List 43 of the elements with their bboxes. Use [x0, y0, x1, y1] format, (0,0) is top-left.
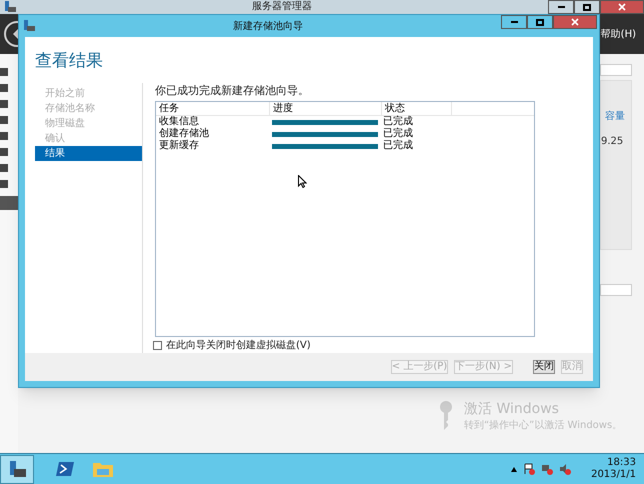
page-heading: 查看结果: [34, 50, 104, 73]
wizard-step[interactable]: 物理磁盘: [35, 116, 142, 131]
result-message: 你已成功完成新建存储池向导。: [155, 83, 310, 98]
close-icon: [571, 18, 579, 26]
server-icon: [4, 1, 16, 13]
wizard-button[interactable]: 关闭: [533, 360, 555, 374]
table-cell-text: 已完成: [382, 116, 413, 128]
maximize-button[interactable]: [574, 0, 600, 14]
column-header: 状态: [382, 102, 452, 115]
close-icon: [618, 3, 626, 11]
table-cell-text: 9.25: [601, 135, 624, 149]
server-manager-icon: [7, 459, 27, 479]
table-cell: 已完成: [382, 140, 413, 152]
mouse-cursor-icon: [298, 175, 307, 188]
checkbox[interactable]: [153, 341, 162, 350]
table-cell-text: 已完成: [382, 128, 413, 140]
wizard-step[interactable]: 开始之前: [35, 86, 142, 101]
column-header: 容量: [604, 110, 626, 124]
clock-date: 2013/1/1: [591, 469, 636, 481]
dialog-title: 新建存储池向导: [232, 20, 304, 34]
caret-up-icon[interactable]: [511, 466, 518, 472]
column-header: 进度: [270, 102, 382, 115]
minimize-button[interactable]: [501, 15, 527, 29]
wizard-step[interactable]: 存储池名称: [35, 101, 142, 116]
table-cell-text: 收集信息: [158, 116, 200, 128]
folder-icon: [92, 460, 114, 478]
checkbox-label: 在此向导关闭时创建虚拟磁盘(V): [166, 338, 311, 353]
table-cell-text: 更新缓存: [158, 140, 200, 152]
clock-time: 18:33: [607, 457, 636, 469]
wizard-step[interactable]: 结果: [35, 146, 142, 161]
maximize-button[interactable]: [527, 15, 553, 29]
taskbar-app[interactable]: [0, 454, 34, 484]
server-icon: [23, 20, 35, 32]
powershell-icon: [55, 461, 75, 477]
help-menu[interactable]: 帮助(H): [600, 26, 640, 42]
close-button[interactable]: [553, 15, 597, 29]
minimize-button[interactable]: [548, 0, 574, 14]
clock[interactable]: 18:33 2013/1/1: [591, 457, 636, 481]
column-header: 任务: [156, 102, 270, 115]
close-button[interactable]: [600, 0, 644, 14]
table-cell-text: 创建存储池: [158, 128, 210, 140]
window-title: 服务器管理器: [251, 0, 313, 14]
wizard-step[interactable]: 确认: [35, 131, 142, 146]
